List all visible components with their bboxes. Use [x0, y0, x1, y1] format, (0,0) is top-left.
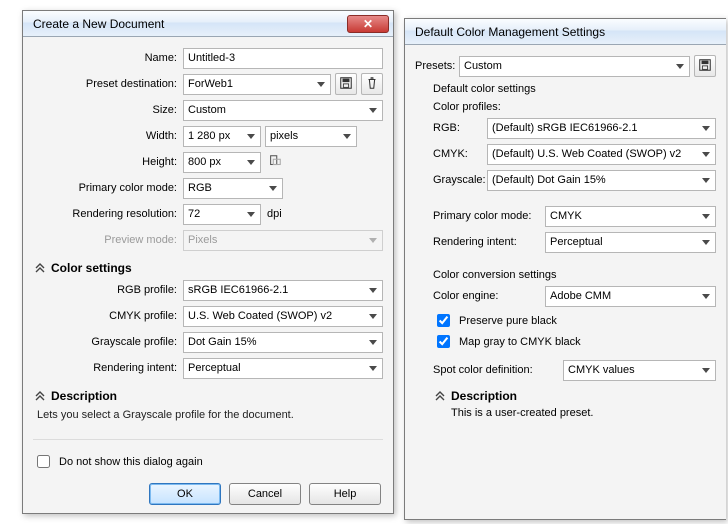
presets-select[interactable]: Custom: [459, 56, 690, 77]
description-header[interactable]: Description: [35, 389, 383, 403]
color-settings-header[interactable]: Color settings: [35, 261, 383, 275]
description-header[interactable]: Description: [435, 389, 716, 403]
render-resolution-field[interactable]: 72: [183, 204, 261, 225]
save-preset-button[interactable]: [335, 73, 357, 95]
preserve-pure-black-checkbox[interactable]: Preserve pure black: [433, 311, 716, 330]
create-new-document-dialog: Create a New Document ✕ Name: Preset des…: [22, 10, 394, 514]
presets-label: Presets:: [415, 60, 459, 72]
description-text: This is a user-created preset.: [451, 407, 716, 419]
grayscale-profile-select[interactable]: (Default) Dot Gain 15%: [487, 170, 716, 191]
collapse-icon: [35, 391, 45, 401]
default-color-settings-label: Default color settings: [433, 83, 716, 95]
primary-color-label: Primary color mode:: [433, 210, 545, 222]
units-select[interactable]: pixels: [265, 126, 357, 147]
floppy-disk-icon: [339, 76, 353, 93]
preview-mode-select: Pixels: [183, 230, 383, 251]
rendering-intent-label: Rendering intent:: [433, 236, 545, 248]
color-profiles-label: Color profiles:: [433, 101, 716, 113]
collapse-icon: [35, 263, 45, 273]
primary-color-select[interactable]: CMYK: [545, 206, 716, 227]
width-label: Width:: [33, 130, 183, 142]
color-engine-label: Color engine:: [433, 290, 545, 302]
grayscale-profile-label: Grayscale profile:: [33, 336, 183, 348]
color-settings-section: RGB profile: sRGB IEC61966-2.1 CMYK prof…: [33, 279, 383, 383]
grayscale-label: Grayscale:: [433, 174, 487, 186]
dpi-label: dpi: [267, 208, 282, 220]
map-gray-input[interactable]: [437, 335, 450, 348]
spot-color-select[interactable]: CMYK values: [563, 360, 716, 381]
close-icon: ✕: [363, 17, 373, 31]
spot-color-label: Spot color definition:: [433, 364, 563, 376]
cmyk-profile-select[interactable]: (Default) U.S. Web Coated (SWOP) v2: [487, 144, 716, 165]
orientation-toggle[interactable]: [265, 152, 285, 172]
rendering-intent-label: Rendering intent:: [33, 362, 183, 374]
render-resolution-label: Rendering resolution:: [33, 208, 183, 220]
rgb-label: RGB:: [433, 122, 487, 134]
rgb-profile-select[interactable]: (Default) sRGB IEC61966-2.1: [487, 118, 716, 139]
preview-mode-label: Preview mode:: [33, 234, 183, 246]
trash-icon: [365, 76, 379, 93]
map-gray-checkbox[interactable]: Map gray to CMYK black: [433, 332, 716, 351]
default-color-management-dialog: Default Color Management Settings Preset…: [404, 18, 726, 520]
name-label: Name:: [33, 52, 183, 64]
floppy-disk-icon: [698, 58, 712, 75]
ok-button[interactable]: OK: [149, 483, 221, 505]
delete-preset-button[interactable]: [361, 73, 383, 95]
height-field[interactable]: 800 px: [183, 152, 261, 173]
save-preset-button[interactable]: [694, 55, 716, 77]
color-conversion-label: Color conversion settings: [433, 269, 716, 281]
size-label: Size:: [33, 104, 183, 116]
dialog-title: Create a New Document: [33, 17, 347, 31]
help-button[interactable]: Help: [309, 483, 381, 505]
main-form-area: Name: Preset destination: ForWeb1: [33, 47, 383, 255]
dialog-footer: Do not show this dialog again OK Cancel …: [33, 439, 383, 507]
rgb-profile-select[interactable]: sRGB IEC61966-2.1: [183, 280, 383, 301]
size-select[interactable]: Custom: [183, 100, 383, 121]
dont-show-again-input[interactable]: [37, 455, 50, 468]
description-text: Lets you select a Grayscale profile for …: [37, 409, 379, 421]
preserve-pure-black-input[interactable]: [437, 314, 450, 327]
width-field[interactable]: 1 280 px: [183, 126, 261, 147]
collapse-icon: [435, 391, 445, 401]
primary-color-select[interactable]: RGB: [183, 178, 283, 199]
height-label: Height:: [33, 156, 183, 168]
cmyk-label: CMYK:: [433, 148, 487, 160]
cmyk-profile-label: CMYK profile:: [33, 310, 183, 322]
default-color-settings-group: Default color settings Color profiles: R…: [433, 83, 716, 419]
close-button[interactable]: ✕: [347, 15, 389, 33]
dialog-title: Default Color Management Settings: [415, 25, 722, 39]
rendering-intent-select[interactable]: Perceptual: [183, 358, 383, 379]
primary-color-label: Primary color mode:: [33, 182, 183, 194]
color-engine-select[interactable]: Adobe CMM: [545, 286, 716, 307]
preset-destination-label: Preset destination:: [33, 78, 183, 90]
cancel-button[interactable]: Cancel: [229, 483, 301, 505]
dont-show-again-checkbox[interactable]: Do not show this dialog again: [33, 452, 383, 471]
grayscale-profile-select[interactable]: Dot Gain 15%: [183, 332, 383, 353]
preset-destination-select[interactable]: ForWeb1: [183, 74, 331, 95]
name-field[interactable]: [183, 48, 383, 69]
titlebar[interactable]: Create a New Document ✕: [23, 11, 393, 37]
rgb-profile-label: RGB profile:: [33, 284, 183, 296]
portrait-landscape-icon: [268, 154, 282, 171]
titlebar[interactable]: Default Color Management Settings: [405, 19, 726, 45]
cmyk-profile-select[interactable]: U.S. Web Coated (SWOP) v2: [183, 306, 383, 327]
rendering-intent-select[interactable]: Perceptual: [545, 232, 716, 253]
